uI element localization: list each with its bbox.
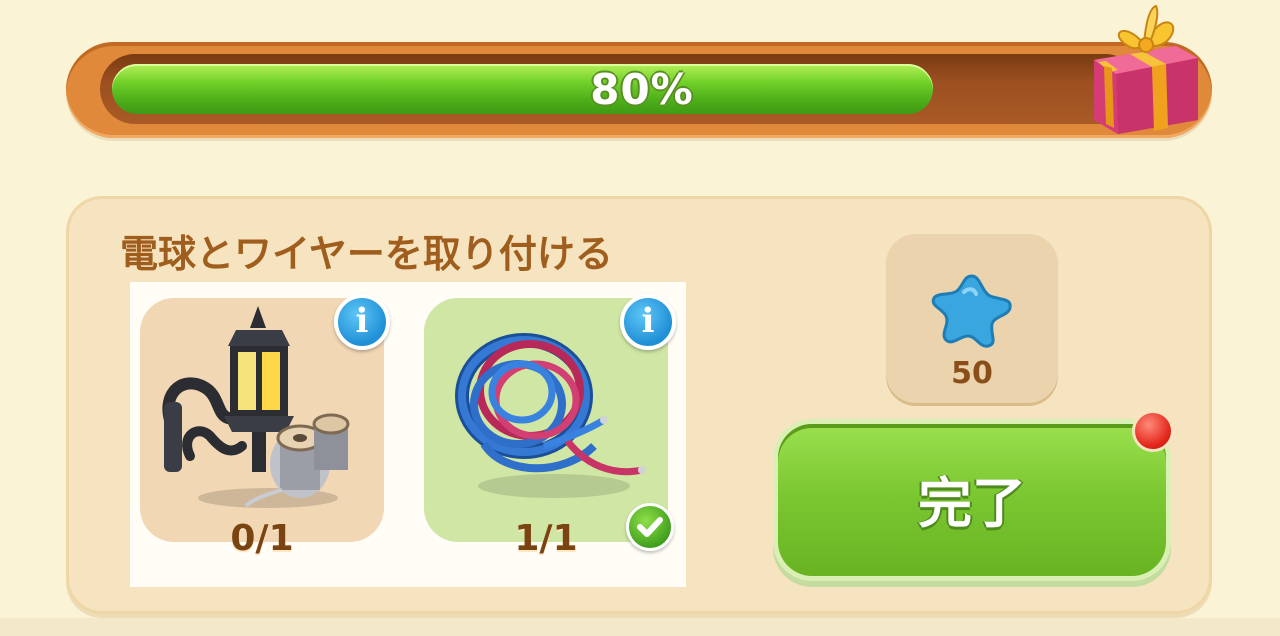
game-screen: 80% 電球とワイヤーを取り付ける i 0/1 i 1/1 50 完了 [0, 0, 1280, 636]
complete-button[interactable] [778, 424, 1166, 576]
notification-dot [1132, 410, 1174, 452]
item-count-lamp: 0/1 [230, 518, 294, 559]
gift-box-icon[interactable] [1084, 0, 1204, 140]
check-icon [626, 503, 674, 551]
reward-value: 50 [951, 356, 993, 391]
blue-star-icon [931, 274, 1012, 348]
bottom-strip [0, 618, 1280, 636]
progress-percent-label: 80% [590, 65, 694, 114]
task-title: 電球とワイヤーを取り付ける [120, 232, 613, 276]
lamp-icon [162, 306, 350, 508]
wire-icon [455, 333, 646, 498]
info-button-wire[interactable]: i [620, 294, 676, 350]
info-button-lamp[interactable]: i [334, 294, 390, 350]
